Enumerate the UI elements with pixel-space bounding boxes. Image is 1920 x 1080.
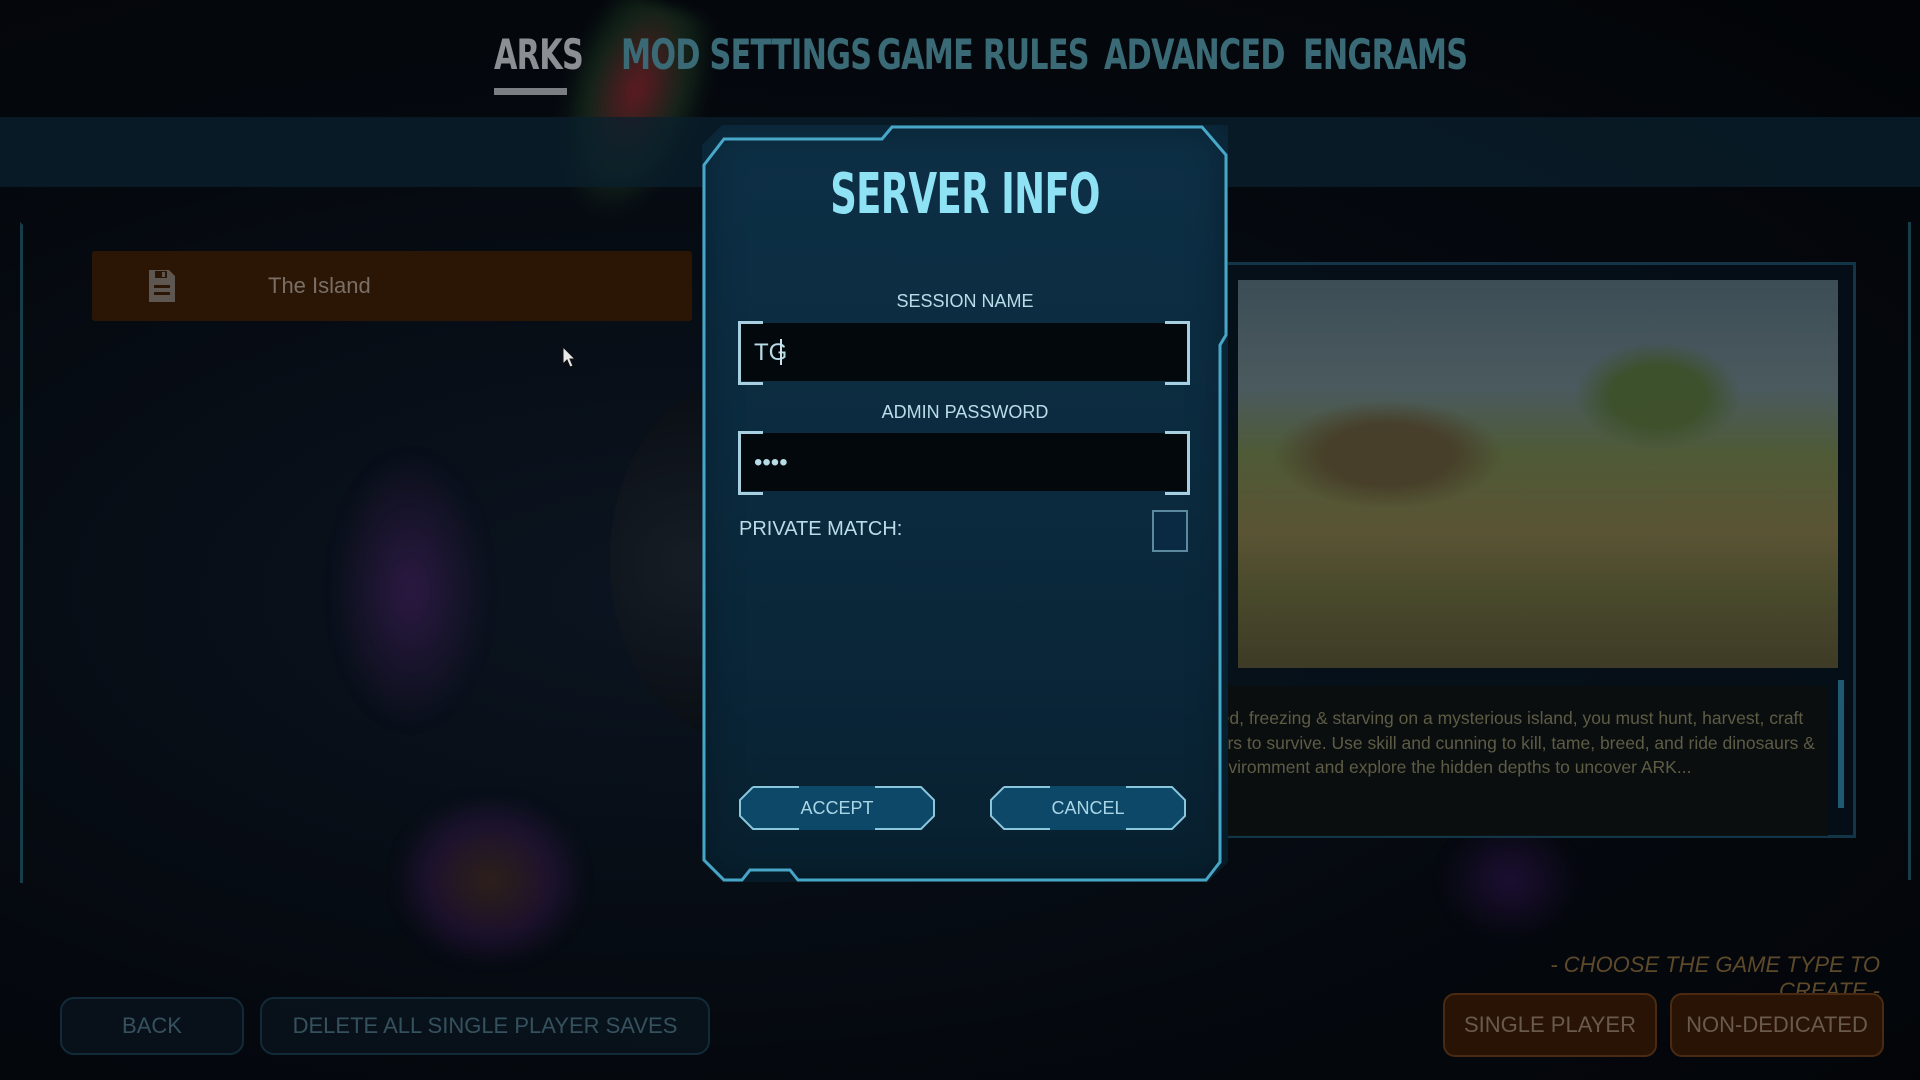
session-name-input[interactable] <box>752 333 1176 373</box>
private-match-label: PRIVATE MATCH: <box>739 518 903 540</box>
nebula-decoration <box>400 800 580 960</box>
dialog-border <box>702 125 1228 882</box>
non-dedicated-button[interactable]: NON-DEDICATED <box>1670 993 1884 1057</box>
ark-preview-image <box>1238 280 1838 668</box>
back-button[interactable]: BACK <box>60 997 244 1055</box>
save-file-icon <box>149 270 175 302</box>
tab-arks[interactable]: ARKS <box>494 30 584 79</box>
admin-password-input[interactable] <box>752 443 1176 483</box>
private-match-checkbox[interactable] <box>1152 510 1188 552</box>
description-scrollbar[interactable] <box>1838 680 1844 808</box>
text-caret <box>780 339 782 365</box>
cancel-button-border <box>990 786 1186 830</box>
admin-password-field[interactable] <box>738 431 1190 495</box>
top-nav: ARKS MOD SETTINGS GAME RULES ADVANCED EN… <box>0 0 1920 110</box>
session-name-field[interactable] <box>738 321 1190 385</box>
ark-list-item[interactable]: The Island <box>92 251 692 321</box>
nebula-decoration <box>1440 820 1580 940</box>
session-name-label: SESSION NAME <box>896 291 1034 311</box>
tab-mod-settings[interactable]: MOD SETTINGS <box>621 30 872 79</box>
tab-game-rules[interactable]: GAME RULES <box>877 30 1090 79</box>
mouse-pointer-icon <box>562 346 577 368</box>
tab-engrams[interactable]: ENGRAMS <box>1303 30 1468 79</box>
delete-all-saves-button[interactable]: DELETE ALL SINGLE PLAYER SAVES <box>260 997 710 1055</box>
right-panel-frame <box>1878 222 1911 880</box>
nebula-decoration <box>330 450 490 730</box>
single-player-button[interactable]: SINGLE PLAYER <box>1443 993 1657 1057</box>
left-panel-frame <box>20 222 53 883</box>
dialog-title: SERVER INFO <box>830 162 1100 227</box>
ark-list-item-label: The Island <box>268 273 371 298</box>
admin-password-label: ADMIN PASSWORD <box>881 402 1049 422</box>
active-tab-underline <box>494 88 567 95</box>
tab-advanced[interactable]: ADVANCED <box>1104 30 1285 79</box>
accept-button-border <box>739 786 935 830</box>
